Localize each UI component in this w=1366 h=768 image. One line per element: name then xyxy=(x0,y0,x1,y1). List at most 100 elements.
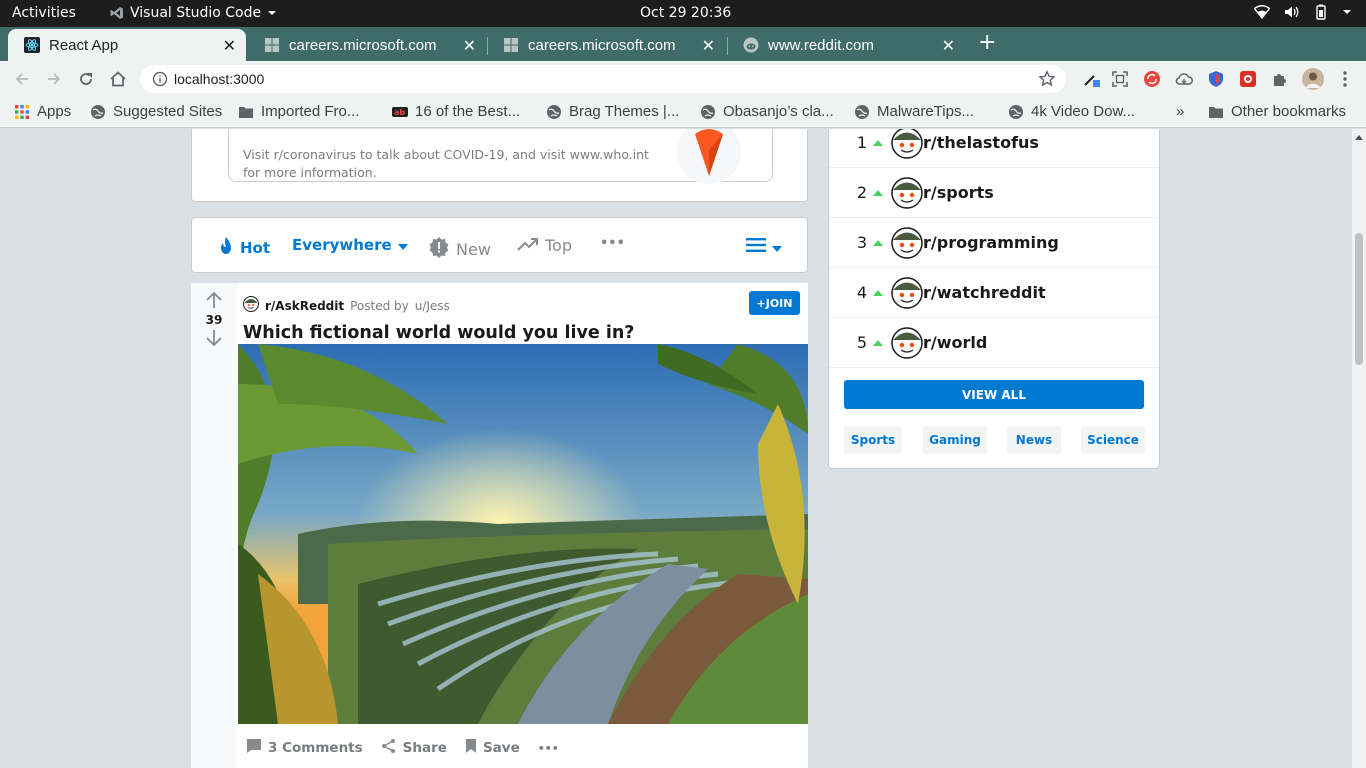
other-bookmarks[interactable]: Other bookmarks xyxy=(1208,103,1346,120)
sort-more-button[interactable]: ••• xyxy=(600,236,625,251)
overflow-chevron: » xyxy=(1176,103,1185,120)
chevron-down-icon xyxy=(267,9,277,17)
volume-icon xyxy=(1284,5,1300,19)
comments-button[interactable]: 3 Comments xyxy=(246,738,363,758)
globe-icon xyxy=(90,104,106,120)
community-avatar-icon xyxy=(891,326,923,359)
vote-count: 39 xyxy=(205,313,223,327)
community-avatar-icon xyxy=(891,276,923,309)
bookmark-label: 16 of the Best... xyxy=(415,103,521,120)
close-icon[interactable]: ✕ xyxy=(463,36,476,56)
community-name: r/world xyxy=(923,333,988,352)
category-science[interactable]: Science xyxy=(1081,426,1145,454)
covid-banner[interactable]: Visit r/coronavirus to talk about COVID-… xyxy=(228,129,773,184)
close-icon[interactable]: ✕ xyxy=(942,36,955,56)
save-button[interactable]: Save xyxy=(465,739,520,757)
community-row[interactable]: 2 r/sports xyxy=(829,168,1159,218)
app-menu[interactable]: Visual Studio Code xyxy=(110,5,277,21)
system-tray[interactable] xyxy=(1254,4,1352,20)
layout-switch-dropdown[interactable] xyxy=(746,238,782,256)
subreddit-avatar-icon[interactable] xyxy=(243,296,259,315)
location-dropdown[interactable]: Everywhere xyxy=(292,236,408,254)
red-extension-icon[interactable] xyxy=(1239,70,1257,88)
chrome-menu-icon[interactable] xyxy=(1336,70,1354,88)
downvote-arrow-icon[interactable] xyxy=(205,329,223,351)
view-all-button[interactable]: VIEW ALL xyxy=(844,380,1144,409)
post-card[interactable]: 39 r/AskReddit Posted by u/Jess +JOIN Wh… xyxy=(191,283,808,768)
page-scrollbar[interactable] xyxy=(1352,129,1366,768)
screenshot-extension-icon[interactable] xyxy=(1111,70,1129,88)
app-name: Visual Studio Code xyxy=(130,5,262,21)
bookmarks-overflow-button[interactable]: » xyxy=(1176,103,1184,120)
tab-careers-microsoft-2[interactable]: careers.microsoft.com ✕ xyxy=(487,29,725,61)
post-title[interactable]: Which fictional world would you live in? xyxy=(243,323,634,343)
share-button[interactable]: Share xyxy=(381,738,447,758)
scrollbar-thumb[interactable] xyxy=(1355,233,1363,365)
post-image[interactable] xyxy=(238,344,808,724)
post-more-button[interactable]: ••• xyxy=(538,742,559,755)
globe-icon xyxy=(854,104,870,120)
caret-down-icon xyxy=(397,236,408,254)
bookmark-16-best[interactable]: ab 16 of the Best... xyxy=(392,103,520,120)
bookmark-obasanjo[interactable]: Obasanjo’s cla... xyxy=(700,103,834,120)
community-row[interactable]: 4 r/watchreddit xyxy=(829,268,1159,318)
activities-button[interactable]: Activities xyxy=(12,5,76,21)
community-avatar-icon xyxy=(891,129,923,159)
bookmark-star-icon[interactable] xyxy=(1038,70,1056,91)
new-tab-button[interactable]: + xyxy=(978,32,996,54)
eyedropper-extension-icon[interactable] xyxy=(1082,70,1100,88)
close-icon[interactable]: ✕ xyxy=(702,36,715,56)
bookmark-suggested-sites[interactable]: Suggested Sites xyxy=(90,103,222,120)
forward-button[interactable] xyxy=(44,69,64,89)
shield-extension-icon[interactable] xyxy=(1207,70,1225,88)
community-row[interactable]: 1 r/thelastofus xyxy=(829,129,1159,168)
ad-site-icon: ab xyxy=(392,104,408,120)
home-button[interactable] xyxy=(108,69,128,89)
address-bar[interactable]: localhost:3000 xyxy=(140,65,1066,93)
microsoft-icon xyxy=(503,37,519,53)
bookmark-brag-themes[interactable]: Brag Themes |... xyxy=(546,103,679,120)
sort-new-button[interactable]: New xyxy=(428,236,491,262)
sort-hot-button[interactable]: Hot xyxy=(218,236,270,260)
back-button[interactable] xyxy=(12,69,32,89)
close-icon[interactable]: ✕ xyxy=(223,36,236,56)
tab-careers-microsoft-1[interactable]: careers.microsoft.com ✕ xyxy=(248,29,486,61)
extensions-puzzle-icon[interactable] xyxy=(1271,70,1289,88)
bookmarks-bar: Apps Suggested Sites Imported Fro... ab … xyxy=(0,97,1366,128)
bookmark-apps[interactable]: Apps xyxy=(14,103,71,120)
cloud-extension-icon[interactable] xyxy=(1175,70,1193,88)
reddit-icon xyxy=(743,37,759,53)
profile-avatar[interactable] xyxy=(1302,68,1324,90)
bookmark-imported[interactable]: Imported Fro... xyxy=(238,103,359,120)
category-sports[interactable]: Sports xyxy=(844,426,902,454)
post-author-link[interactable]: u/Jess xyxy=(415,299,450,313)
reload-button[interactable] xyxy=(76,69,96,89)
sort-label: Hot xyxy=(240,239,271,257)
posted-by-label: Posted by xyxy=(350,298,409,313)
bookmark-4k-video[interactable]: 4k Video Dow... xyxy=(1008,103,1135,120)
info-icon[interactable] xyxy=(152,71,168,90)
globe-icon xyxy=(700,104,716,120)
upvote-arrow-icon[interactable] xyxy=(205,291,223,313)
bookmark-malwaretips[interactable]: MalwareTips... xyxy=(854,103,974,120)
clock[interactable]: Oct 29 20:36 xyxy=(640,5,731,21)
category-gaming[interactable]: Gaming xyxy=(923,426,987,454)
folder-icon xyxy=(238,104,254,120)
sort-top-button[interactable]: Top xyxy=(517,236,572,255)
post-subreddit-link[interactable]: r/AskReddit xyxy=(265,299,344,313)
covid-card: Visit r/coronavirus to talk about COVID-… xyxy=(191,129,808,202)
new-badge-icon xyxy=(428,236,450,262)
arrow-right-icon xyxy=(48,73,61,85)
community-avatar-icon xyxy=(891,226,923,259)
sync-extension-icon[interactable] xyxy=(1143,70,1161,88)
url-text[interactable]: localhost:3000 xyxy=(174,71,264,87)
tab-react-app[interactable]: React App ✕ xyxy=(8,29,246,61)
category-news[interactable]: News xyxy=(1007,426,1061,454)
tab-reddit[interactable]: www.reddit.com ✕ xyxy=(727,29,965,61)
community-row[interactable]: 3 r/programming xyxy=(829,218,1159,268)
tab-title: React App xyxy=(49,36,119,54)
scroll-up-arrow-icon[interactable] xyxy=(1355,135,1363,140)
community-row[interactable]: 5 r/world xyxy=(829,318,1159,368)
join-button[interactable]: +JOIN xyxy=(749,291,800,315)
trending-up-icon xyxy=(517,236,539,255)
